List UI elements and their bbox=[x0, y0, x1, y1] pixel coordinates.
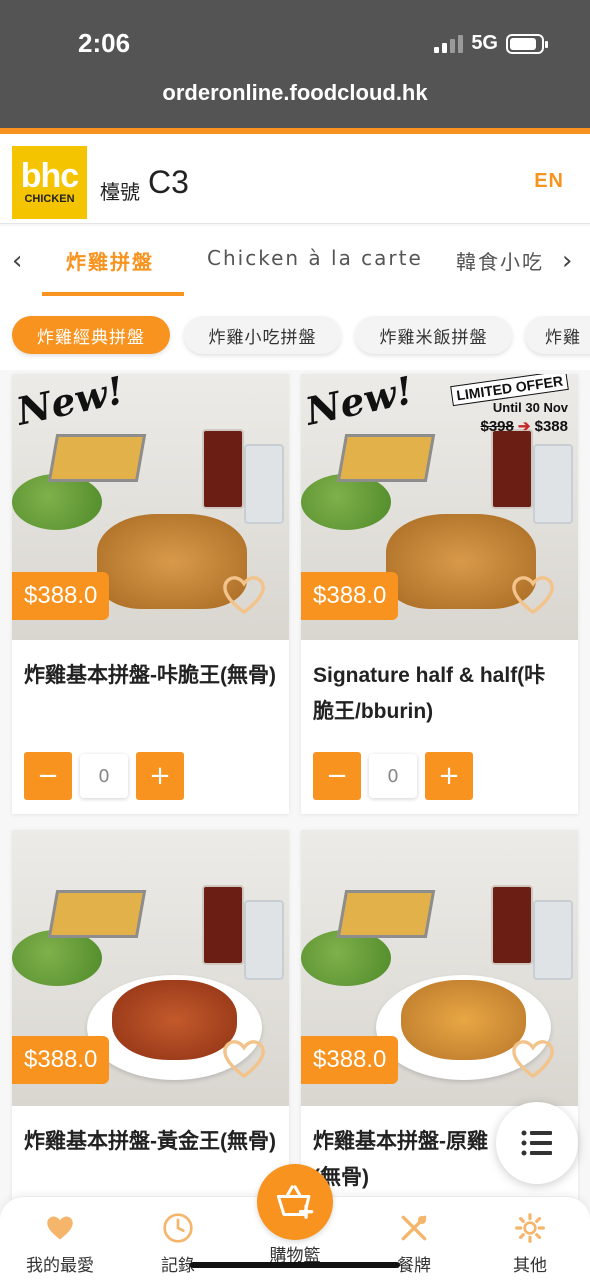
nav-favorites[interactable]: 我的最愛 bbox=[10, 1211, 110, 1276]
increase-button[interactable]: + bbox=[136, 752, 184, 800]
nav-label: 其他 bbox=[513, 1256, 547, 1276]
bhc-logo[interactable]: bhc CHICKEN bbox=[12, 146, 87, 219]
product-name: Signature half & half(咔脆王/bburin) bbox=[313, 664, 546, 723]
quantity-stepper: − 0 + bbox=[24, 752, 184, 800]
active-tab-indicator bbox=[42, 292, 184, 296]
chip-snack-platter[interactable]: 炸雞小吃拼盤 bbox=[184, 316, 341, 354]
nav-others[interactable]: 其他 bbox=[480, 1211, 580, 1276]
product-card[interactable]: New! $388.0 炸雞基本拼盤-咔脆王(無骨) − 0 + bbox=[12, 374, 289, 814]
product-image: New! LIMITED OFFER Until 30 Nov $398 ➔ $3… bbox=[301, 374, 578, 640]
heart-icon[interactable] bbox=[510, 574, 556, 616]
price-tag: $388.0 bbox=[12, 572, 110, 620]
decrease-button[interactable]: − bbox=[24, 752, 72, 800]
increase-button[interactable]: + bbox=[425, 752, 473, 800]
product-image: New! $388.0 bbox=[12, 374, 289, 640]
app-header: bhc CHICKEN 檯號 C3 EN bbox=[0, 134, 590, 224]
basket-icon bbox=[276, 1185, 314, 1219]
offer-old-price: $398 bbox=[480, 418, 514, 435]
product-image: $388.0 bbox=[12, 830, 289, 1106]
chip-more[interactable]: 炸雞 bbox=[525, 316, 590, 354]
quantity-value[interactable]: 0 bbox=[80, 754, 128, 798]
subcategory-chips: 炸雞經典拼盤 炸雞小吃拼盤 炸雞米飯拼盤 炸雞 bbox=[0, 298, 590, 370]
product-image: $388.0 bbox=[301, 830, 578, 1106]
nav-label: 我的最愛 bbox=[26, 1256, 94, 1276]
tab-korean-snacks[interactable]: 韓食小吃 bbox=[456, 246, 544, 275]
product-card[interactable]: $388.0 炸雞基本拼盤-黃金王(無骨) bbox=[12, 830, 289, 1200]
menu-list-button[interactable] bbox=[496, 1102, 578, 1184]
cart-button[interactable] bbox=[257, 1164, 333, 1240]
battery-icon bbox=[506, 33, 548, 54]
quantity-stepper: − 0 + bbox=[313, 752, 473, 800]
logo-subtext: CHICKEN bbox=[24, 192, 75, 205]
chevron-right-icon[interactable]: › bbox=[562, 246, 572, 276]
language-toggle[interactable]: EN bbox=[534, 170, 564, 193]
tab-chicken-a-la-carte[interactable]: Chicken à la carte bbox=[207, 246, 423, 270]
offer-prices: $398 ➔ $388 bbox=[448, 417, 569, 435]
chip-classic-platter[interactable]: 炸雞經典拼盤 bbox=[12, 316, 170, 354]
network-type: 5G bbox=[471, 32, 498, 54]
clock-icon bbox=[128, 1211, 228, 1245]
table-number: C3 bbox=[148, 164, 189, 200]
chip-rice-platter[interactable]: 炸雞米飯拼盤 bbox=[355, 316, 512, 354]
heart-icon[interactable] bbox=[221, 1038, 267, 1080]
logo-text: bhc bbox=[20, 156, 79, 195]
heart-icon[interactable] bbox=[221, 574, 267, 616]
nav-label: 餐牌 bbox=[397, 1256, 431, 1276]
product-card[interactable]: New! LIMITED OFFER Until 30 Nov $398 ➔ $3… bbox=[301, 374, 578, 814]
table-label: 檯號 bbox=[100, 180, 140, 204]
browser-top-bar: 2:06 5G orderonline.foodcloud.hk bbox=[0, 0, 590, 128]
heart-icon bbox=[10, 1211, 110, 1245]
url-bar[interactable]: orderonline.foodcloud.hk bbox=[0, 80, 590, 106]
gear-icon bbox=[480, 1211, 580, 1245]
product-name: 炸雞基本拼盤-咔脆王(無骨) bbox=[24, 664, 276, 687]
new-badge: New! bbox=[301, 374, 417, 434]
product-name: 炸雞基本拼盤-黃金王(無骨) bbox=[24, 1130, 276, 1153]
price-tag: $388.0 bbox=[12, 1036, 110, 1084]
status-time: 2:06 bbox=[78, 28, 131, 58]
home-indicator bbox=[190, 1262, 400, 1268]
limited-offer-badge: LIMITED OFFER Until 30 Nov $398 ➔ $388 bbox=[448, 374, 569, 435]
decrease-button[interactable]: − bbox=[313, 752, 361, 800]
heart-icon[interactable] bbox=[510, 1038, 556, 1080]
quantity-value[interactable]: 0 bbox=[369, 754, 417, 798]
price-tag: $388.0 bbox=[301, 572, 399, 620]
signal-icon bbox=[434, 34, 464, 53]
offer-new-price: $388 bbox=[534, 418, 568, 435]
list-icon bbox=[521, 1130, 552, 1156]
status-indicators: 5G bbox=[434, 32, 548, 55]
utensils-icon bbox=[364, 1211, 464, 1245]
price-tag: $388.0 bbox=[301, 1036, 399, 1084]
tab-fried-chicken-platter[interactable]: 炸雞拼盤 bbox=[66, 246, 154, 275]
chevron-left-icon[interactable]: ‹ bbox=[12, 246, 22, 276]
category-tabs: ‹ 炸雞拼盤 Chicken à la carte 韓食小吃 › bbox=[0, 226, 590, 298]
new-badge: New! bbox=[12, 374, 128, 434]
arrow-right-icon: ➔ bbox=[517, 418, 531, 435]
